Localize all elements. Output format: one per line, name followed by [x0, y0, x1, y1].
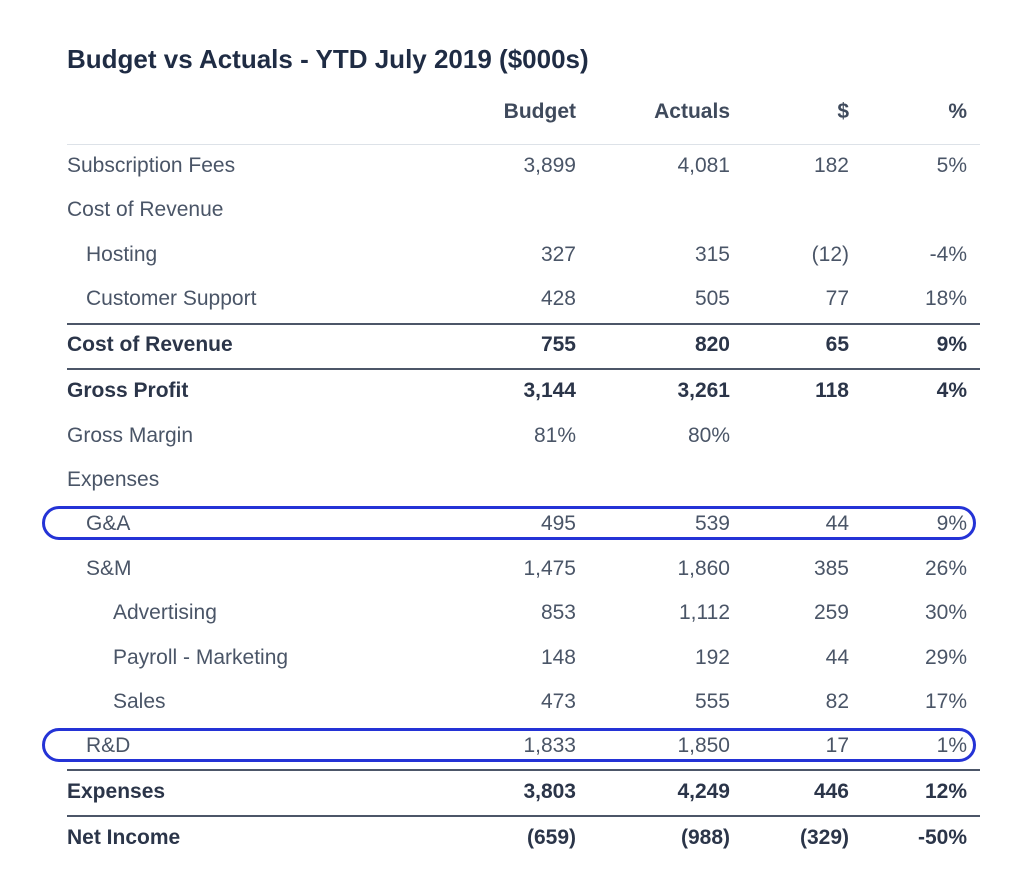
- table-row-total: Net Income (659) (988) (329) -50%: [67, 817, 980, 861]
- variance-percent-value: 9%: [936, 333, 967, 356]
- row-label: Payroll - Marketing: [113, 646, 289, 669]
- table-row: Advertising 853 1,112 259 30%: [67, 592, 980, 636]
- table-row-total: Cost of Revenue 755 820 65 9%: [67, 324, 980, 368]
- row-label: Customer Support: [86, 287, 257, 310]
- budget-value: 853: [540, 601, 576, 624]
- variance-percent-value: 5%: [936, 154, 967, 177]
- variance-dollars-value: 385: [813, 557, 849, 580]
- variance-dollars-value: (12): [811, 243, 849, 266]
- table-row: S&M 1,475 1,860 385 26%: [67, 548, 980, 592]
- variance-dollars-value: 259: [813, 601, 849, 624]
- actuals-value: 539: [694, 512, 730, 535]
- budget-table: Subscription Fees 3,899 4,081 182 5% Cos…: [0, 0, 1024, 875]
- row-label: Cost of Revenue: [67, 333, 233, 356]
- variance-dollars-value: 44: [825, 512, 849, 535]
- table-row: G&A 495 539 44 9%: [67, 503, 980, 547]
- variance-percent-value: 12%: [924, 780, 967, 803]
- variance-percent-value: 1%: [936, 734, 967, 757]
- budget-value: 755: [540, 333, 576, 356]
- variance-dollars-value: 44: [825, 646, 849, 669]
- budget-value: 81%: [533, 424, 576, 447]
- table-row: Cost of Revenue: [67, 189, 980, 233]
- actuals-value: 1,112: [679, 601, 730, 624]
- budget-value: 3,899: [523, 154, 576, 177]
- budget-value: 327: [540, 243, 576, 266]
- row-label: Hosting: [86, 243, 158, 266]
- budget-value: 428: [540, 287, 576, 310]
- actuals-value: 4,081: [677, 154, 730, 177]
- variance-percent-value: -4%: [929, 243, 967, 266]
- budget-value: 148: [540, 646, 576, 669]
- actuals-value: 1,860: [677, 557, 730, 580]
- row-label: Net Income: [67, 826, 181, 849]
- row-label: Advertising: [113, 601, 217, 624]
- row-label: Gross Margin: [67, 424, 194, 447]
- row-label: Expenses: [67, 780, 166, 803]
- table-row: Expenses: [67, 459, 980, 503]
- budget-value: (659): [526, 826, 576, 849]
- variance-dollars-value: 82: [825, 690, 849, 713]
- actuals-value: 315: [694, 243, 730, 266]
- variance-dollars-value: 446: [813, 780, 849, 803]
- row-label: Sales: [113, 690, 166, 713]
- budget-value: 3,803: [523, 780, 576, 803]
- actuals-value: 555: [694, 690, 730, 713]
- variance-percent-value: 26%: [924, 557, 967, 580]
- table-row: R&D 1,833 1,850 17 1%: [67, 725, 980, 769]
- variance-dollars-value: 182: [813, 154, 849, 177]
- table-row: Customer Support 428 505 77 18%: [67, 278, 980, 322]
- variance-dollars-value: (329): [799, 826, 849, 849]
- variance-percent-value: 17%: [924, 690, 967, 713]
- row-label: Cost of Revenue: [67, 198, 224, 221]
- variance-percent-value: 18%: [924, 287, 967, 310]
- budget-value: 473: [540, 690, 576, 713]
- actuals-value: 192: [694, 646, 730, 669]
- row-label: Subscription Fees: [67, 154, 236, 177]
- budget-value: 1,833: [523, 734, 576, 757]
- variance-percent-value: 30%: [924, 601, 967, 624]
- actuals-value: 505: [694, 287, 730, 310]
- actuals-value: 4,249: [677, 780, 730, 803]
- actuals-value: 3,261: [677, 379, 730, 402]
- budget-value: 3,144: [523, 379, 576, 402]
- table-row: Hosting 327 315 (12) -4%: [67, 234, 980, 278]
- actuals-value: 1,850: [677, 734, 730, 757]
- row-label: Gross Profit: [67, 379, 189, 402]
- variance-dollars-value: 77: [825, 287, 849, 310]
- variance-percent-value: 4%: [936, 379, 967, 402]
- variance-percent-value: 29%: [924, 646, 967, 669]
- budget-value: 1,475: [523, 557, 576, 580]
- actuals-value: 820: [694, 333, 730, 356]
- variance-percent-value: 9%: [936, 512, 967, 535]
- budget-value: 495: [540, 512, 576, 535]
- row-label: S&M: [86, 557, 132, 580]
- variance-dollars-value: 17: [825, 734, 849, 757]
- actuals-value: 80%: [687, 424, 730, 447]
- variance-dollars-value: 65: [825, 333, 849, 356]
- table-row-total: Gross Profit 3,144 3,261 118 4%: [67, 370, 980, 414]
- table-row-total: Expenses 3,803 4,249 446 12%: [67, 771, 980, 815]
- row-label: Expenses: [67, 468, 160, 491]
- variance-dollars-value: 118: [815, 379, 849, 402]
- table-row: Subscription Fees 3,899 4,081 182 5%: [67, 145, 980, 189]
- table-row: Gross Margin 81% 80%: [67, 415, 980, 459]
- table-row: Payroll - Marketing 148 192 44 29%: [67, 637, 980, 681]
- variance-percent-value: -50%: [917, 826, 967, 849]
- table-row: Sales 473 555 82 17%: [67, 681, 980, 725]
- actuals-value: (988): [680, 826, 730, 849]
- row-label: R&D: [86, 734, 131, 757]
- row-label: G&A: [86, 512, 131, 535]
